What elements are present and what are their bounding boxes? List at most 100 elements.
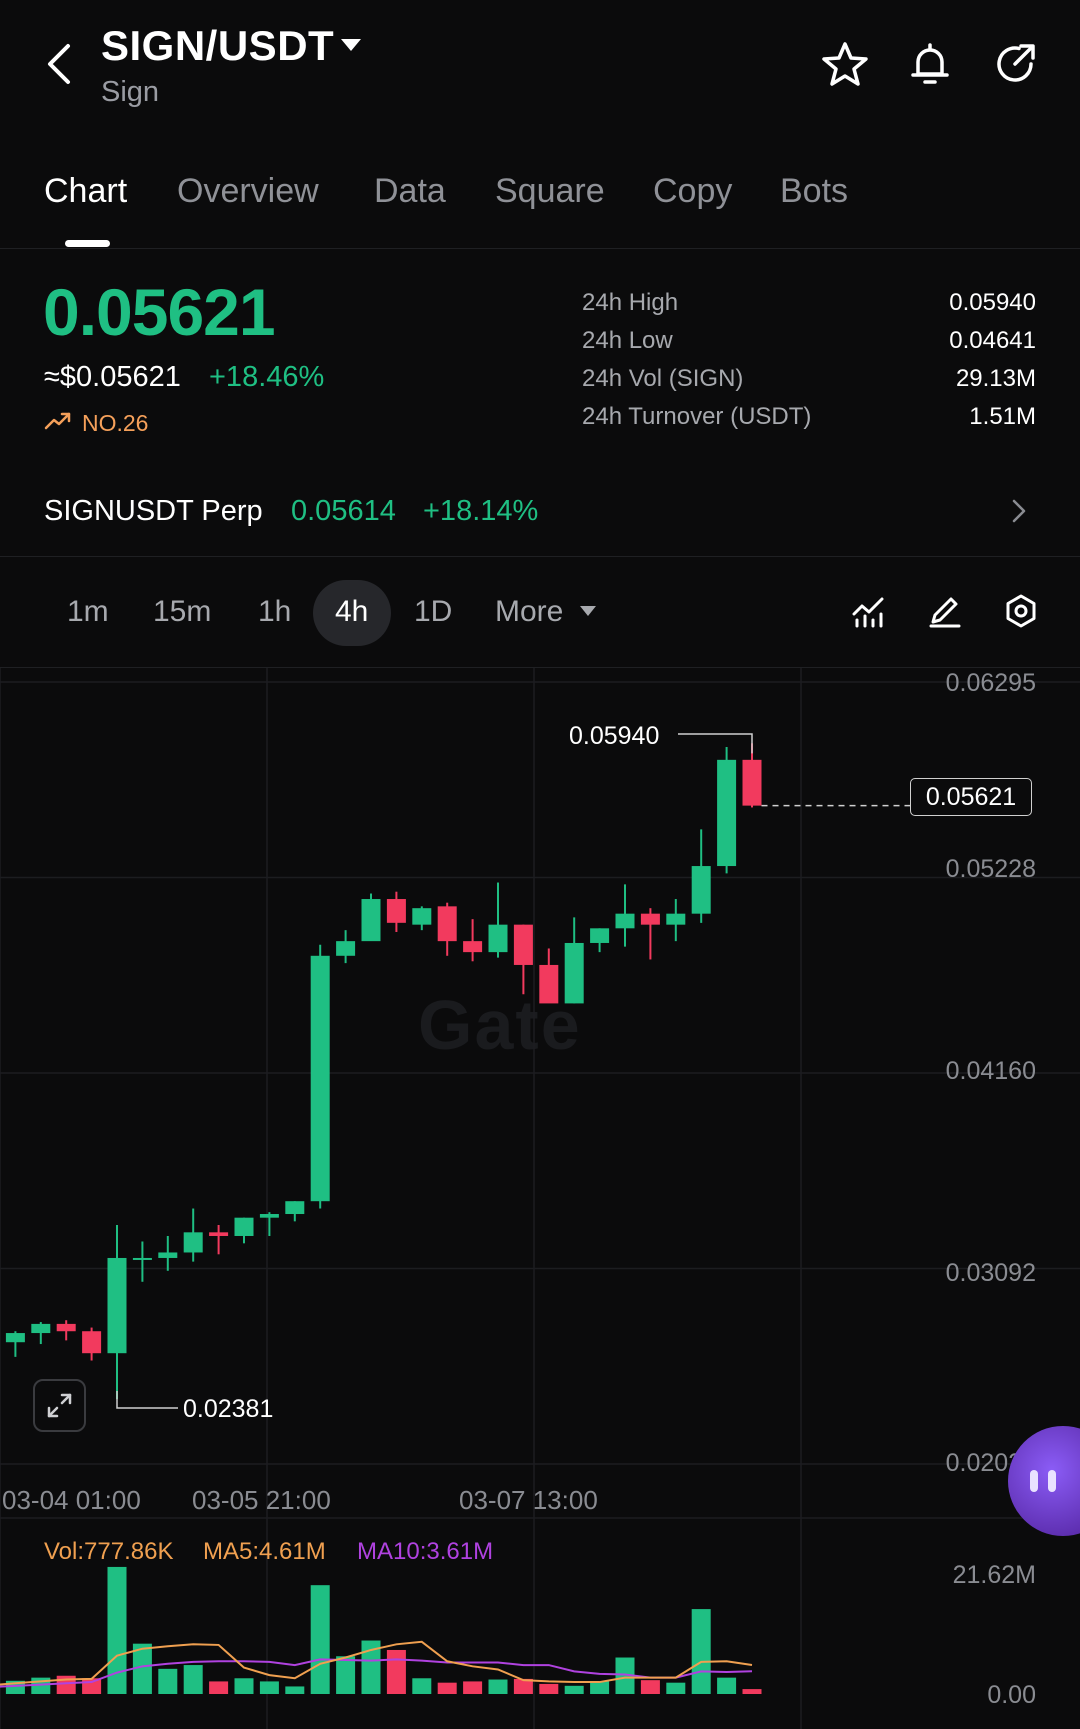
stat-label-high: 24h High — [582, 289, 679, 316]
usd-price: ≈$0.05621 — [44, 361, 181, 393]
caret-down-icon[interactable] — [579, 605, 597, 617]
perp-name[interactable]: SIGNUSDT Perp — [44, 495, 263, 528]
price-change: +18.46% — [209, 361, 325, 393]
candle-body — [564, 942, 584, 1004]
volume-bar — [640, 1680, 660, 1694]
candle-body — [336, 941, 356, 956]
perp-price: 0.05614 — [291, 495, 396, 527]
settings-icon[interactable] — [1003, 593, 1039, 629]
ma5-label: MA5:4.61M — [203, 1538, 326, 1565]
y-axis-label: 0.06295 — [945, 669, 1036, 697]
chevron-right-icon[interactable] — [1010, 497, 1028, 525]
star-icon[interactable] — [821, 40, 869, 88]
volume-bar — [336, 1656, 356, 1694]
candle-body — [361, 899, 381, 942]
candle-body — [437, 906, 457, 942]
candle-body — [285, 1201, 305, 1215]
candle-body — [386, 899, 406, 923]
volume-bar — [666, 1682, 686, 1694]
volume-bar — [590, 1681, 610, 1694]
ma10-label: MA10:3.61M — [357, 1538, 494, 1565]
caret-down-icon[interactable] — [340, 38, 362, 52]
bubble-eye — [1048, 1470, 1056, 1492]
y-axis-label: 0.04160 — [945, 1057, 1036, 1085]
indicator-icon[interactable] — [852, 594, 886, 628]
candlestick-chart[interactable] — [0, 668, 1080, 1729]
timeframe-1d[interactable]: 1D — [414, 595, 452, 629]
candle-body — [691, 866, 711, 914]
back-icon[interactable] — [40, 40, 80, 88]
candle-body — [209, 1232, 229, 1236]
candle-body — [31, 1323, 51, 1334]
timeframe-more[interactable]: More — [495, 595, 563, 629]
tab-square[interactable]: Square — [495, 172, 605, 211]
volume-bar — [717, 1677, 737, 1694]
volume-bar — [564, 1685, 584, 1694]
divider — [0, 248, 1080, 249]
candle-body — [666, 913, 686, 925]
timeframe-4h[interactable]: 4h — [335, 595, 368, 629]
x-axis-label: 03-05 21:00 — [192, 1485, 331, 1515]
trend-up-icon — [44, 412, 71, 430]
tab-chart[interactable]: Chart — [44, 172, 127, 211]
volume-max-label: 21.62M — [952, 1561, 1036, 1589]
timeframe-15m[interactable]: 15m — [153, 595, 211, 629]
divider — [0, 556, 1080, 557]
perp-change: +18.14% — [423, 495, 539, 527]
stat-value-vol: 29.13M — [955, 365, 1036, 392]
candle-body — [717, 759, 737, 867]
candle-body — [183, 1232, 203, 1253]
last-price: 0.05621 — [43, 275, 276, 349]
tab-copy[interactable]: Copy — [653, 172, 732, 211]
volume-bar — [742, 1689, 762, 1694]
tab-overview[interactable]: Overview — [177, 172, 319, 211]
timeframe-1m[interactable]: 1m — [67, 595, 109, 629]
volume-bar — [386, 1649, 406, 1694]
candle-body — [56, 1323, 76, 1332]
stat-value-turnover: 1.51M — [969, 403, 1036, 430]
share-icon[interactable] — [991, 40, 1039, 88]
min-price-label: 0.02381 — [183, 1395, 274, 1423]
candle-body — [82, 1331, 102, 1354]
bubble-eye — [1030, 1470, 1038, 1492]
candle-body — [158, 1252, 178, 1258]
candle-body — [259, 1214, 279, 1218]
tab-data[interactable]: Data — [374, 172, 446, 211]
candle-body — [5, 1333, 25, 1343]
y-axis-label: 0.05228 — [945, 855, 1036, 883]
max-price-label: 0.05940 — [569, 722, 660, 750]
rank-badge[interactable]: NO.26 — [82, 410, 148, 437]
active-tab-indicator — [65, 240, 110, 247]
volume-bar — [183, 1665, 203, 1694]
volume-min-label: 0.00 — [987, 1681, 1036, 1709]
candle-body — [513, 924, 533, 965]
candle-body — [107, 1257, 127, 1354]
volume-label: Vol:777.86K — [44, 1538, 174, 1565]
min-price-leader — [116, 1390, 178, 1409]
timeframe-1h[interactable]: 1h — [258, 595, 291, 629]
y-axis-label: 0.03092 — [945, 1259, 1036, 1287]
volume-bar — [259, 1681, 279, 1694]
tab-bots[interactable]: Bots — [780, 172, 848, 211]
candle-body — [234, 1217, 254, 1236]
candle-body — [310, 955, 330, 1202]
draw-icon[interactable] — [927, 594, 961, 628]
candle-body — [488, 924, 508, 953]
volume-bar — [158, 1668, 178, 1694]
tab-bar: Chart Overview Data Square Copy Bots — [0, 172, 1080, 252]
pair-title[interactable]: SIGN/USDT — [101, 22, 334, 70]
fullscreen-button[interactable] — [33, 1379, 86, 1432]
max-price-leader — [678, 733, 753, 754]
volume-bar — [488, 1679, 508, 1694]
candle-body — [463, 941, 483, 953]
bell-icon[interactable] — [906, 40, 954, 88]
current-price-tag: 0.05621 — [910, 778, 1032, 816]
x-axis-label: 03-04 01:00 — [2, 1485, 141, 1515]
volume-bar — [539, 1683, 559, 1694]
candle-body — [742, 759, 762, 806]
expand-icon — [47, 1393, 72, 1418]
candle-body — [132, 1257, 152, 1260]
candle-body — [640, 913, 660, 925]
stat-label-turnover: 24h Turnover (USDT) — [582, 403, 812, 430]
stat-value-high: 0.05940 — [949, 289, 1036, 316]
